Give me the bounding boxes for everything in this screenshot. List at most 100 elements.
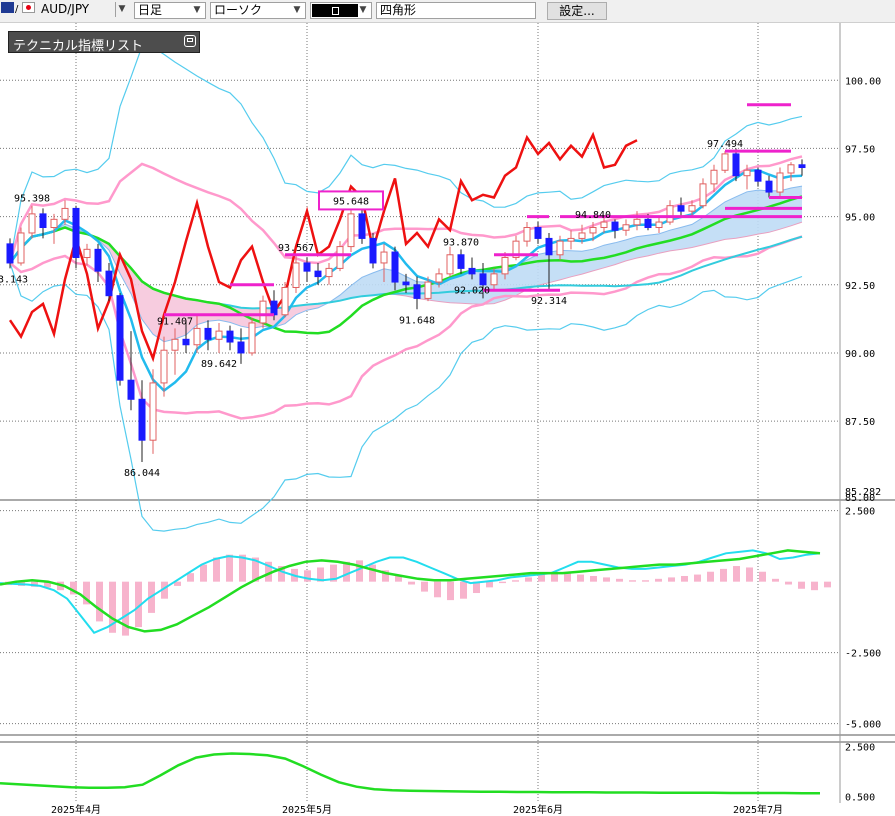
candle-up [17,227,25,266]
japan-flag-icon [22,2,35,13]
candle-body [710,169,718,185]
candle-body [292,262,300,288]
chart-area[interactable]: 95.398 93.143 86.044 91.407 89.642 93.567 95.6… [0,23,895,816]
price-label: 92.314 [531,296,567,307]
candle-body [413,284,421,299]
macd-histogram-bar [720,568,727,582]
candle-body [468,267,476,275]
price-label: 95.398 [14,194,50,205]
chart-style-label: ローソク [214,3,263,17]
candle-up [248,317,256,356]
candle-up [347,208,355,253]
candle-body [94,248,102,272]
candle-body [347,213,355,248]
macd-histogram-bar [642,580,649,582]
x-axis: 2025年4月 2025年5月 2025年6月 2025年7月 [51,803,783,816]
macd-histogram-bar [746,567,753,582]
x-tick-label: 2025年6月 [513,803,563,816]
candle-body [644,218,652,229]
chart-style-select[interactable]: ローソク ▼ [210,2,306,19]
chevron-down-icon: ▼ [293,5,301,15]
chevron-down-icon: ▼ [115,2,128,17]
candle-body [369,237,377,264]
candle-body [149,382,157,441]
candle-down [457,249,465,274]
candle-up [721,151,729,173]
marker-style-field[interactable]: 四角形 [376,2,536,19]
candle-body [523,227,531,242]
y-axis: 100.0097.5095.0092.5090.0087.5085.28285.… [845,76,881,803]
candle-down [369,232,377,269]
candle-body [721,153,729,171]
candle-down [611,219,619,239]
macd-histogram-bar [564,573,571,582]
indicator-list-title: テクニカル指標リスト [13,39,144,54]
candle-body [754,169,762,182]
symbol-label: AUD/JPY [41,2,90,16]
macd-histogram-bar [694,574,701,582]
candle-body [116,295,124,381]
y-tick-label: 92.50 [845,281,875,292]
candle-up [446,246,454,277]
price-label: 89.642 [201,359,237,370]
macd-histogram-bar [668,577,675,582]
color-select[interactable]: ▼ [310,2,372,19]
candle-up [655,216,663,233]
macd-histogram-bar [434,581,441,598]
candle-up [83,243,91,266]
candle-body [281,286,289,316]
australia-flag-icon [1,2,14,13]
candle-down [116,292,124,386]
candle-body [666,205,674,223]
timeframe-label: 日足 [138,3,163,17]
symbol-select[interactable]: AUD/JPY ▼ [38,2,130,19]
candle-down [105,262,113,302]
macd-histogram-bar [226,554,233,582]
candle-body [160,349,168,384]
macd-histogram-bar [408,581,415,585]
candle-body [358,213,366,239]
price-label: 93.567 [278,243,314,254]
candle-down [237,328,245,364]
timeframe-select[interactable]: 日足 ▼ [134,2,206,19]
candle-up [567,230,575,250]
candle-body [787,164,795,174]
macd-histogram-bar [551,573,558,582]
macd-histogram-bar [707,571,714,582]
macd-histogram-bar [590,575,597,582]
y-tick-label: 97.50 [845,144,875,155]
candle-body [105,270,113,297]
macd-histogram-bar [811,581,818,591]
y-tick-label: -2.500 [845,649,881,660]
indicator-list-panel[interactable]: テクニカル指標リスト [8,31,200,54]
price-label: 97.494 [707,139,743,150]
candle-down [72,205,80,269]
macd-histogram-bar [538,574,545,582]
candle-body [303,262,311,272]
macd-histogram-bar [798,581,805,589]
candle-body [578,232,586,239]
candle-down [798,159,806,176]
y-tick-label: -5.000 [845,720,881,731]
restore-icon[interactable] [184,35,196,47]
candle-body [325,267,333,278]
cloud-segment [791,186,802,226]
candle-body [259,300,267,324]
candle-up [622,219,630,236]
price-label: 93.870 [443,237,479,248]
candle-body [655,221,663,229]
chart-toolbar: / AUD/JPY ▼ 日足 ▼ ローソク ▼ ▼ 四角形 設定... [0,0,895,23]
candle-body [270,300,278,316]
candle-body [490,273,498,286]
cloud-segment [758,190,769,235]
candle-body [171,338,179,351]
candle-body [336,246,344,269]
candle-icon [332,7,339,15]
macd-histogram-bar [681,575,688,582]
candle-body [446,254,454,275]
macd-histogram-bar [187,573,194,582]
candle-body [72,207,80,259]
settings-button[interactable]: 設定... [547,2,607,20]
grid [0,23,895,803]
x-tick-label: 2025年4月 [51,803,101,816]
